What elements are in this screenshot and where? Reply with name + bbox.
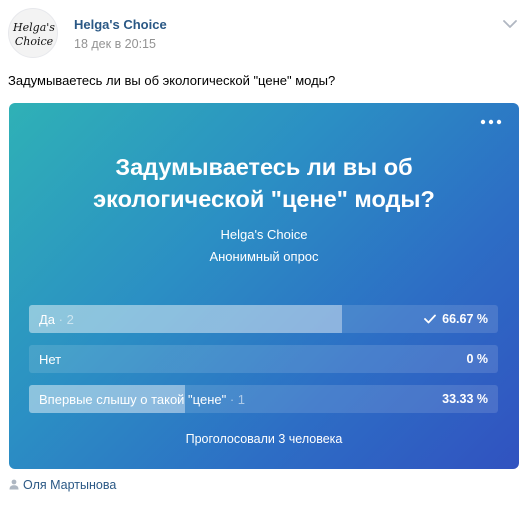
post-signer[interactable]: Оля Мартынова <box>9 478 116 492</box>
poll-answer-text: Да · 2 <box>39 312 74 327</box>
poll-answer-label: Впервые слышу о такой "цене" <box>39 392 227 407</box>
poll-answer-percent: 33.33 % <box>442 392 488 406</box>
avatar-logo-line1: Helga's <box>12 21 55 34</box>
poll-answer[interactable]: Нет 0 % <box>29 345 498 373</box>
avatar[interactable]: Helga's Choice <box>8 8 58 58</box>
poll-answer[interactable]: Да · 2 66.67 % <box>29 305 498 333</box>
poll-answer-percent: 66.67 % <box>442 312 488 326</box>
poll-answer-count: · 1 <box>226 392 246 407</box>
poll-answer-percent-wrap: 66.67 % <box>424 312 488 326</box>
poll-answer-label: Нет <box>39 352 62 367</box>
avatar-logo-line2: Choice <box>15 35 54 48</box>
poll-answer-percent: 0 % <box>466 352 488 366</box>
check-icon <box>424 314 437 324</box>
more-dots-icon[interactable] <box>479 115 503 129</box>
poll-total-votes[interactable]: Проголосовали 3 человека <box>9 432 519 446</box>
post-signer-name: Оля Мартынова <box>23 478 117 492</box>
poll-type: Анонимный опрос <box>209 249 319 264</box>
post-date[interactable]: 18 дек в 20:15 <box>74 37 156 51</box>
avatar-logo: Helga's Choice <box>12 21 55 48</box>
post-text: Задумываетесь ли вы об экологической "це… <box>8 73 336 88</box>
author-name[interactable]: Helga's Choice <box>74 17 167 32</box>
poll-answer[interactable]: Впервые слышу о такой "цене" · 1 33.33 % <box>29 385 498 413</box>
poll-author[interactable]: Helga's Choice <box>9 227 519 242</box>
poll-answer-text: Нет <box>39 352 61 367</box>
poll-card: Задумываетесь ли вы об экологической "це… <box>9 103 519 469</box>
poll-answer-label: Да <box>39 312 56 327</box>
poll-answer-text: Впервые слышу о такой "цене" · 1 <box>39 392 245 407</box>
poll-answer-count: · 2 <box>55 312 74 327</box>
poll-answer-fill <box>29 305 342 333</box>
post-header: Helga's Choice Helga's Choice 18 дек в 2… <box>8 6 522 62</box>
person-icon <box>9 479 19 490</box>
poll-title: Задумываетесь ли вы об экологической "це… <box>93 154 435 212</box>
chevron-down-icon[interactable] <box>502 18 518 30</box>
